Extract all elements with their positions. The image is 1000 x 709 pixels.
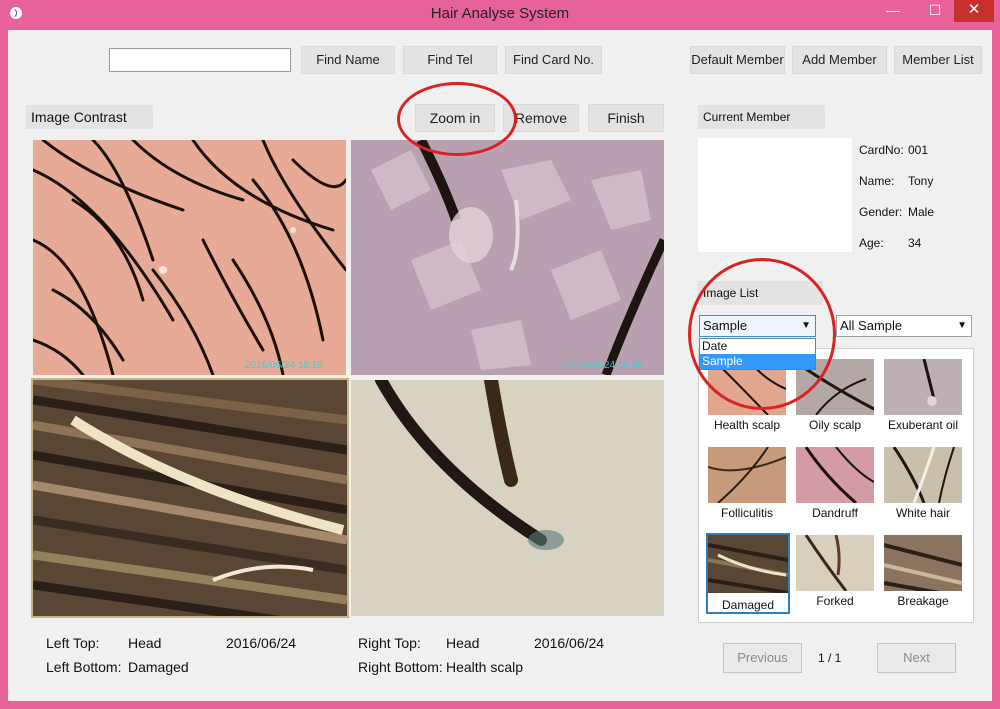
name-value: Tony bbox=[908, 174, 934, 188]
finish-button[interactable]: Finish bbox=[588, 104, 664, 132]
member-list-button[interactable]: Member List bbox=[894, 46, 982, 74]
sort-option-sample[interactable]: Sample bbox=[700, 354, 815, 369]
member-photo bbox=[698, 138, 852, 252]
thumbnail-grid: Health scalp Oily scalp Exuberant oil Fo… bbox=[698, 348, 974, 623]
search-input[interactable] bbox=[109, 48, 291, 72]
minimize-button[interactable]: — bbox=[878, 0, 908, 22]
left-top-date: 2016/06/24 bbox=[226, 635, 297, 651]
close-button[interactable]: ✕ bbox=[954, 0, 994, 22]
left-top-area: Head bbox=[128, 635, 162, 651]
image-list-label: Image List bbox=[698, 281, 823, 305]
default-member-button[interactable]: Default Member bbox=[690, 46, 785, 74]
chevron-down-icon: ▼ bbox=[801, 320, 811, 331]
add-member-button[interactable]: Add Member bbox=[792, 46, 887, 74]
left-top-image[interactable]: 2016/06/24 18:10 bbox=[33, 140, 346, 375]
chevron-down-icon: ▼ bbox=[957, 320, 967, 331]
gender-value: Male bbox=[908, 205, 935, 219]
sort-select-value: Sample bbox=[703, 318, 748, 333]
thumb-forked[interactable]: Forked bbox=[795, 534, 875, 610]
right-top-area: Head bbox=[446, 635, 480, 651]
remove-button[interactable]: Remove bbox=[503, 104, 579, 132]
right-bottom-image[interactable] bbox=[351, 380, 664, 616]
main-window: Find Name Find Tel Find Card No. Default… bbox=[8, 30, 992, 701]
left-top-label: Left Top: bbox=[46, 635, 100, 651]
thumb-white-hair[interactable]: White hair bbox=[883, 446, 963, 522]
sort-dropdown-list: Date Sample bbox=[699, 338, 816, 370]
card-no-label: CardNo: bbox=[859, 143, 904, 157]
page-indicator: 1 / 1 bbox=[818, 651, 842, 665]
previous-button[interactable]: Previous bbox=[723, 643, 802, 673]
find-name-button[interactable]: Find Name bbox=[301, 46, 395, 74]
find-tel-button[interactable]: Find Tel bbox=[403, 46, 497, 74]
thumb-damaged[interactable]: Damaged bbox=[706, 533, 790, 614]
maximize-button[interactable]: ☐ bbox=[920, 0, 950, 22]
title-bar: Hair Analyse System — ☐ ✕ bbox=[0, 0, 1000, 28]
right-top-date: 2016/06/24 bbox=[534, 635, 605, 651]
right-top-image[interactable]: 2016/06/24 18:08 bbox=[351, 140, 664, 375]
name-label: Name: bbox=[859, 174, 895, 188]
age-label: Age: bbox=[859, 236, 884, 250]
image-contrast-label: Image Contrast bbox=[26, 105, 153, 129]
thumb-exuberant-oil[interactable]: Exuberant oil bbox=[883, 358, 963, 434]
card-no-value: 001 bbox=[908, 143, 929, 157]
left-bottom-value: Damaged bbox=[128, 659, 189, 675]
thumb-breakage[interactable]: Breakage bbox=[883, 534, 963, 610]
sample-filter-select[interactable]: All Sample ▼ bbox=[836, 315, 972, 337]
zoom-in-button[interactable]: Zoom in bbox=[415, 104, 495, 132]
thumb-dandruff[interactable]: Dandruff bbox=[795, 446, 875, 522]
left-bottom-label: Left Bottom: bbox=[46, 659, 122, 675]
next-button[interactable]: Next bbox=[877, 643, 956, 673]
sort-select[interactable]: Sample ▼ bbox=[699, 315, 816, 337]
current-member-label: Current Member bbox=[698, 105, 825, 129]
gender-label: Gender: bbox=[859, 205, 903, 219]
timestamp-right-top: 2016/06/24 18:08 bbox=[565, 360, 643, 371]
right-bottom-value: Health scalp bbox=[446, 659, 524, 675]
find-card-button[interactable]: Find Card No. bbox=[505, 46, 602, 74]
age-value: 34 bbox=[908, 236, 922, 250]
right-top-label: Right Top: bbox=[358, 635, 421, 651]
timestamp-left-top: 2016/06/24 18:10 bbox=[245, 360, 323, 371]
window-title: Hair Analyse System bbox=[430, 5, 570, 22]
thumb-folliculitis[interactable]: Folliculitis bbox=[707, 446, 787, 522]
right-bottom-label: Right Bottom: bbox=[358, 659, 443, 675]
left-bottom-image[interactable] bbox=[31, 378, 349, 618]
sort-option-date[interactable]: Date bbox=[700, 339, 815, 354]
sample-filter-value: All Sample bbox=[840, 318, 903, 333]
